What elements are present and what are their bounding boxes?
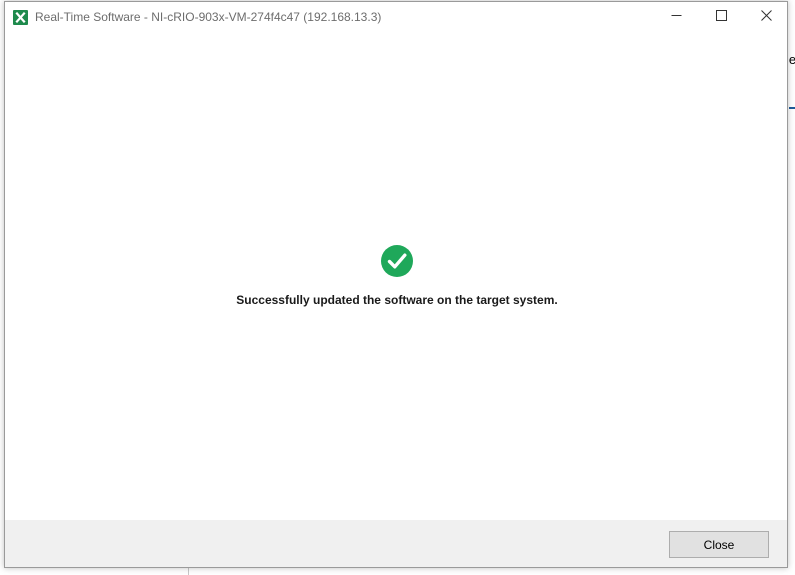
minimize-button[interactable] (653, 2, 699, 32)
close-button[interactable]: Close (669, 531, 769, 558)
close-icon (760, 8, 772, 26)
maximize-button[interactable] (698, 2, 744, 32)
window-title: Real-Time Software - NI-cRIO-903x-VM-274… (35, 10, 382, 24)
title-bar[interactable]: Real-Time Software - NI-cRIO-903x-VM-274… (5, 2, 787, 32)
window-close-button[interactable] (743, 2, 789, 32)
dialog-footer: Close (5, 520, 787, 567)
success-check-icon (380, 244, 414, 278)
dialog-content: Successfully updated the software on the… (5, 32, 787, 520)
status-message: Successfully updated the software on the… (236, 293, 558, 307)
dialog-window: Real-Time Software - NI-cRIO-903x-VM-274… (4, 1, 788, 568)
maximize-icon (715, 8, 727, 26)
ni-app-icon (13, 10, 28, 25)
background-accent-bar (789, 107, 795, 109)
background-right-strip (788, 0, 795, 575)
minimize-icon (671, 8, 682, 26)
background-divider (188, 568, 189, 575)
